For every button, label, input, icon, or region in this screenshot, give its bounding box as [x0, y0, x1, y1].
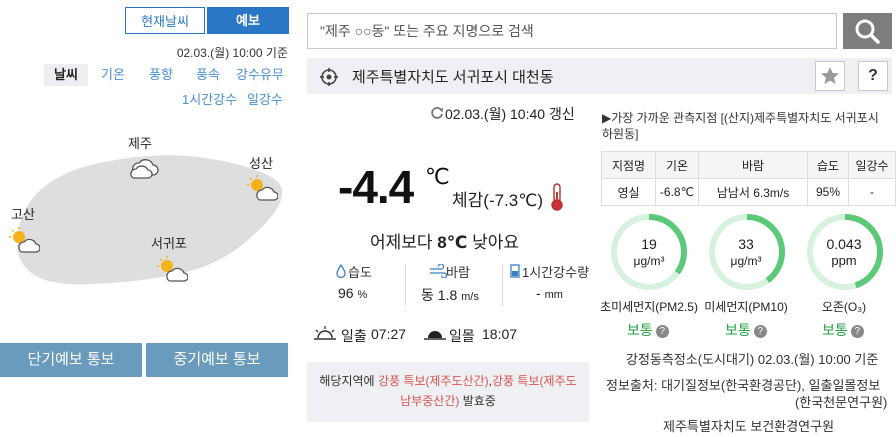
- weather-warning: 해당지역에 강풍 특보(제주도산간),강풍 특보(제주도 남부중산간) 발효중: [307, 362, 589, 422]
- compare-value: 8℃: [437, 233, 468, 252]
- partly-cloudy-icon: [157, 256, 188, 282]
- element-hourly-rain[interactable]: 1시간강수: [182, 89, 237, 111]
- element-weather[interactable]: 날씨: [44, 64, 88, 86]
- tab-forecast[interactable]: 예보: [207, 7, 289, 34]
- pm25-value: 19 μg/m³: [633, 236, 665, 268]
- partly-cloudy-icon: [247, 175, 278, 201]
- sunrise-label: 일출: [341, 328, 367, 344]
- warning-region-2[interactable]: 강풍 특보(제주도: [492, 374, 577, 388]
- table-header: 바람: [698, 151, 808, 179]
- search-icon: [855, 19, 880, 44]
- table-header: 일강수: [848, 151, 896, 179]
- sunset-icon: [424, 331, 446, 340]
- sunset-time: 18:07: [482, 326, 518, 342]
- help-icon[interactable]: ?: [753, 325, 767, 338]
- city-label-seogwipo[interactable]: 서귀포: [151, 233, 187, 252]
- pm10-label: 미세먼지(PM10): [704, 300, 788, 314]
- compare-prefix: 어제보다: [370, 233, 433, 252]
- update-time: 02.03.(월) 10:40 갱신: [445, 106, 575, 122]
- compare-suffix: 낮아요: [472, 233, 519, 252]
- help-icon[interactable]: ?: [850, 325, 864, 338]
- temperature-unit: ℃: [425, 164, 450, 189]
- table-row: 영실 -6.8℃ 남남서 6.3m/s 95% -: [601, 178, 896, 206]
- humidity-drop-icon: [336, 264, 346, 278]
- station-info: 강정동측정소(도시대기) 02.03.(월) 10:00 기준: [626, 352, 879, 367]
- table-header-row: 지점명 기온 바람 습도 일강수: [601, 151, 896, 179]
- rain-gauge-icon: [510, 264, 520, 278]
- ozone-grade: 보통?: [822, 320, 864, 340]
- yesterday-compare: 어제보다 8℃ 낮아요: [370, 228, 519, 253]
- nearest-station-title: ▶가장 가까운 관측지점 [(산지)제주특별자치도 서귀포시 하원동]: [602, 111, 879, 141]
- table-cell: -: [848, 178, 896, 206]
- location-target-icon[interactable]: [320, 68, 338, 86]
- element-wind-direction[interactable]: 풍향: [149, 64, 173, 86]
- rain-label: 1시간강수량: [522, 265, 590, 280]
- thermometer-icon: [551, 183, 563, 211]
- table-cell: -6.8℃: [655, 178, 699, 206]
- sunrise-icon: [314, 326, 336, 340]
- feels-like: 체감(-7.3℃): [452, 191, 543, 210]
- tab-current-weather[interactable]: 현재날씨: [125, 7, 205, 34]
- refresh-icon[interactable]: [430, 106, 444, 120]
- warning-suffix: 발효중: [462, 394, 496, 408]
- warning-prefix: 해당지역에: [319, 374, 375, 388]
- cloudy-icon: [130, 159, 159, 179]
- help-icon[interactable]: ?: [655, 325, 669, 338]
- element-daily-rain[interactable]: 일강수: [247, 89, 283, 111]
- warning-region-1[interactable]: 강풍 특보(제주도산간): [378, 374, 489, 388]
- partly-cloudy-icon: [9, 227, 40, 253]
- base-time: 02.03.(월) 10:00 기준: [176, 46, 288, 60]
- sunrise-time: 07:27: [371, 326, 407, 342]
- agency-name: 제주특별자치도 보건환경연구원: [663, 419, 835, 434]
- table-cell: 남남서 6.3m/s: [698, 178, 808, 206]
- city-label-seongsan[interactable]: 성산: [249, 153, 273, 172]
- mid-term-forecast-button[interactable]: 중기예보 통보: [146, 343, 288, 377]
- table-header: 습도: [807, 151, 849, 179]
- divider: [502, 264, 503, 306]
- table-header: 지점명: [601, 151, 656, 179]
- pm10-value: 33 μg/m³: [730, 236, 762, 268]
- table-cell: 영실: [601, 178, 656, 206]
- pm25-grade: 보통?: [627, 320, 669, 340]
- city-label-gosan[interactable]: 고산: [11, 204, 35, 223]
- element-wind-speed[interactable]: 풍속: [196, 64, 220, 86]
- table-cell: 95%: [807, 178, 849, 206]
- location-name: 제주특별자치도 서귀포시 대천동: [352, 69, 554, 86]
- pm10-grade: 보통?: [725, 320, 767, 340]
- humidity-value: 96 %: [338, 285, 368, 301]
- table-header: 기온: [655, 151, 699, 179]
- search-input[interactable]: "제주 ○○동" 또는 주요 지명으로 검색: [307, 13, 837, 49]
- wind-icon: [430, 264, 448, 278]
- help-button[interactable]: ?: [858, 61, 888, 91]
- current-temperature: -4.4: [338, 161, 414, 213]
- source-info-cont: (한국천문연구원): [795, 395, 888, 410]
- short-term-forecast-button[interactable]: 단기예보 통보: [0, 343, 142, 377]
- ozone-label: 오존(O₃): [821, 300, 867, 314]
- element-temperature[interactable]: 기온: [101, 64, 125, 86]
- wind-label: 바람: [446, 265, 470, 280]
- wind-value: 동 1.8 m/s: [421, 287, 479, 303]
- observation-table: 지점명 기온 바람 습도 일강수 영실 -6.8℃ 남남서 6.3m/s 95%…: [601, 151, 896, 206]
- search-button[interactable]: [843, 13, 892, 49]
- rain-value: - mm: [536, 285, 563, 301]
- star-icon: [821, 67, 839, 84]
- sunset-label: 일몰: [449, 328, 475, 344]
- pm25-label: 초미세먼지(PM2.5): [600, 300, 698, 314]
- ozone-value: 0.043 ppm: [826, 236, 862, 268]
- city-label-jeju[interactable]: 제주: [128, 133, 152, 152]
- favorite-button[interactable]: [815, 61, 845, 91]
- humidity-label: 습도: [348, 265, 372, 280]
- warning-region-2-cont[interactable]: 남부중산간): [400, 394, 459, 408]
- divider: [405, 264, 406, 306]
- element-precip[interactable]: 강수유무: [236, 64, 284, 86]
